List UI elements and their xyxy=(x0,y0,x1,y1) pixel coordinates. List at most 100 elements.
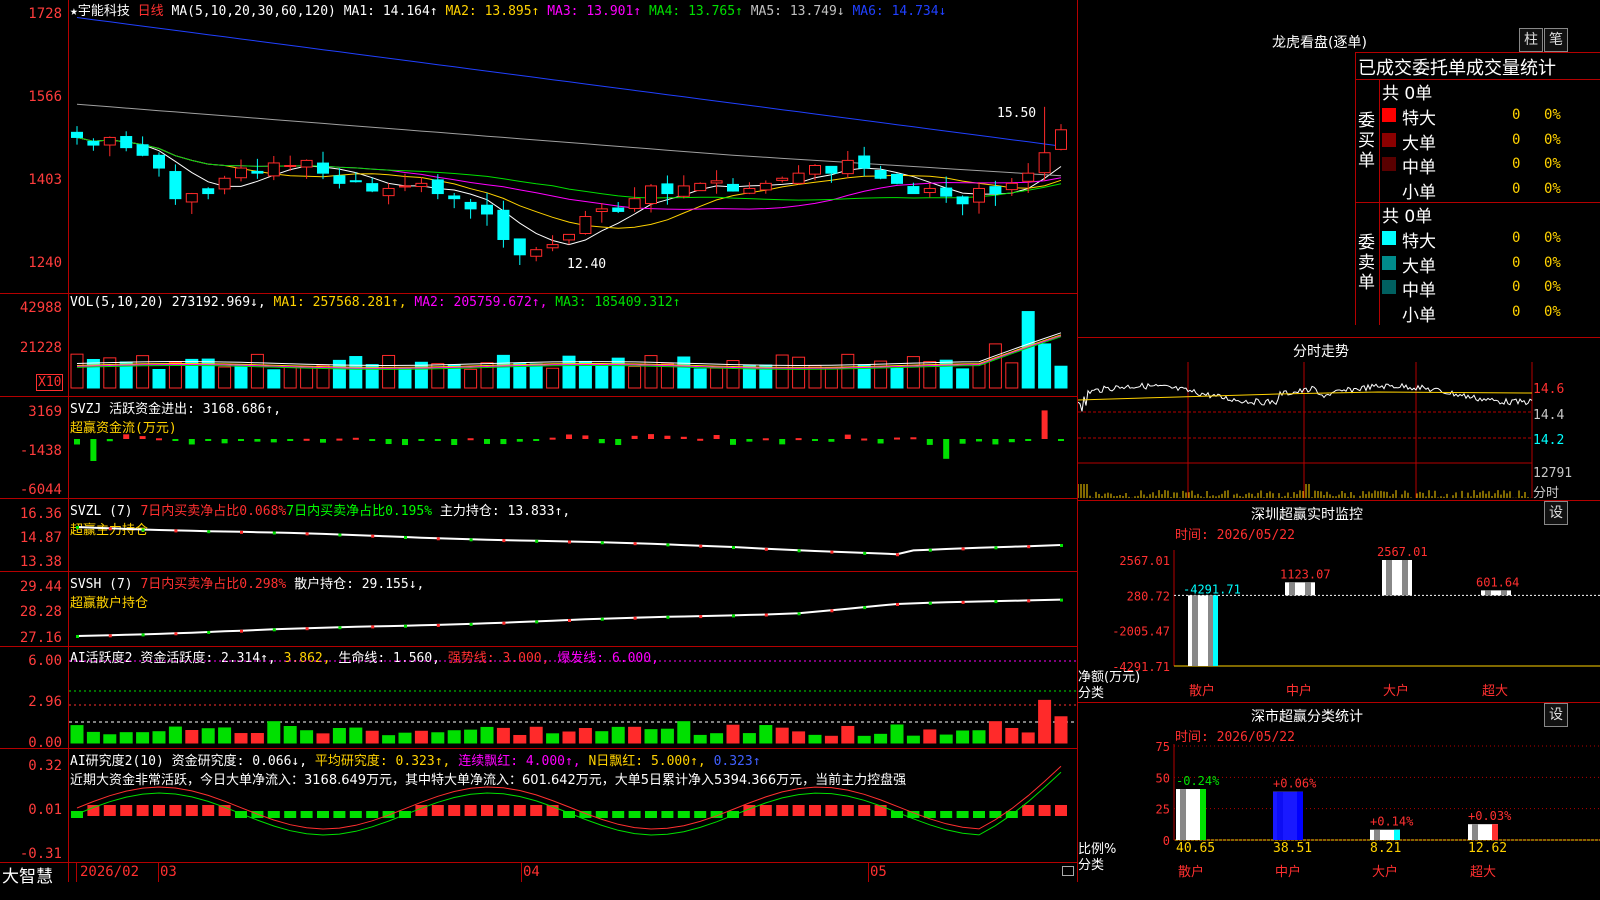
order-size-row: 大单 0 0% xyxy=(1382,129,1600,154)
order-count: 0 xyxy=(1512,230,1521,246)
holding-dot xyxy=(108,527,112,531)
candle-body xyxy=(202,188,215,195)
volume-bar xyxy=(1005,362,1019,389)
activity-bar xyxy=(349,727,363,744)
column-view-button[interactable]: 柱 xyxy=(1519,28,1543,52)
activity-bar xyxy=(677,721,691,744)
longhu-stat-box: 已成交委托单成交量统计 委买单 委卖单 共 0单 特大 0 0% 大单 0 0% 中单 0 0%… xyxy=(1355,52,1600,326)
volume-bar xyxy=(972,363,986,389)
main-chart-area[interactable]: ★宇能科技 日线 MA(5,10,20,30,60,120) MA1: 14.1… xyxy=(0,0,1078,887)
activity-bar xyxy=(956,730,970,744)
high-price-label: 15.50 xyxy=(997,106,1036,121)
svzl-line-chart[interactable] xyxy=(69,499,1077,571)
price-candles-chart[interactable]: 15.50 12.40 xyxy=(69,0,1077,293)
research-bar xyxy=(136,805,149,816)
ai-active-bars-chart[interactable] xyxy=(69,647,1077,748)
flow-bar xyxy=(385,439,392,445)
flow-bar xyxy=(254,439,261,442)
flow-bar xyxy=(238,439,244,441)
change-label: +0.14% xyxy=(1370,815,1414,829)
candle-body xyxy=(267,162,280,177)
candle-body xyxy=(645,185,657,205)
buy-side-label: 委买单 xyxy=(1358,111,1375,171)
candle-body xyxy=(218,177,231,190)
flow-bar xyxy=(566,434,572,439)
research-bar xyxy=(267,811,280,818)
price-tick: 1403 xyxy=(28,172,62,188)
settings-button[interactable]: 设 xyxy=(1544,501,1568,525)
activity-bar xyxy=(283,726,297,744)
activity-bar xyxy=(496,727,510,744)
order-size-label: 中单 xyxy=(1402,281,1436,301)
flow-bar xyxy=(188,439,195,445)
research-line xyxy=(76,771,1062,836)
candle-body xyxy=(874,169,887,179)
volume-bar xyxy=(874,360,888,389)
category-label: 散户 xyxy=(1189,683,1215,699)
settings-button[interactable]: 设 xyxy=(1544,703,1568,727)
svsh-tick: 28.28 xyxy=(19,604,62,620)
candle-body xyxy=(956,196,969,205)
color-swatch xyxy=(1382,132,1396,147)
svzj-bars-chart[interactable] xyxy=(69,397,1077,498)
holding-dot xyxy=(76,635,79,638)
candle-body xyxy=(497,209,510,240)
shenshi-bar-chart[interactable]: 75 50 25 0 -0.24% 40.65 散户 +0.06% 38.51 中户 +0.14% 8… xyxy=(1078,740,1600,900)
activity-bar xyxy=(464,729,478,744)
volume-bar xyxy=(1038,343,1052,389)
volume-bar xyxy=(86,358,100,389)
tick-view-button[interactable]: 笔 xyxy=(1544,28,1568,52)
flow-bar xyxy=(697,438,704,441)
holding-dot xyxy=(371,534,375,538)
research-bar xyxy=(349,811,362,818)
activity-bar xyxy=(824,735,838,744)
volume-bars-chart[interactable] xyxy=(69,296,1077,396)
order-pct: 0% xyxy=(1544,303,1561,320)
intraday-avg-line xyxy=(1078,391,1533,401)
flow-bar xyxy=(779,439,786,445)
activity-bar xyxy=(890,724,904,744)
holding-dot xyxy=(961,547,965,551)
ai-research-chart[interactable] xyxy=(69,749,1077,861)
activity-bar xyxy=(611,726,625,744)
flow-bar xyxy=(746,439,753,442)
lock-icon[interactable] xyxy=(1062,866,1074,876)
volume-bar xyxy=(693,368,707,389)
shenshi-x-label: 分类 xyxy=(1078,858,1105,873)
volume-bar xyxy=(824,367,838,389)
intraday-price-line xyxy=(1078,382,1533,412)
flow-bar xyxy=(434,439,441,441)
svsh-line-chart[interactable] xyxy=(69,572,1077,646)
candle-body xyxy=(612,207,625,212)
research-bar xyxy=(677,811,690,818)
activity-bar xyxy=(86,731,100,744)
flow-bar xyxy=(418,439,425,441)
brand-label[interactable]: 大智慧 xyxy=(2,862,53,887)
vol-unit-badge: X10 xyxy=(36,374,64,391)
order-count: 0 xyxy=(1512,131,1521,148)
shenzhen-bar-chart[interactable]: 2567.01280.72-2005.47-4291.71-4291.71散户1… xyxy=(1078,540,1600,700)
flow-bar xyxy=(713,434,720,439)
activity-bar xyxy=(136,732,150,744)
research-bar xyxy=(809,805,821,816)
candle-body xyxy=(513,238,526,256)
holding-dot xyxy=(1027,545,1031,549)
candle-body xyxy=(809,165,821,175)
candle-body xyxy=(169,171,182,200)
volume-bar xyxy=(546,367,560,389)
flow-bar xyxy=(812,439,818,441)
flow-bar xyxy=(303,438,310,441)
holding-dot xyxy=(568,619,571,622)
activity-bar xyxy=(70,725,84,744)
research-bar xyxy=(448,805,461,816)
order-pct: 0% xyxy=(1544,230,1561,246)
volume-bar xyxy=(792,356,806,389)
flow-bar xyxy=(680,436,687,439)
research-bar xyxy=(169,805,182,816)
intraday-chart[interactable] xyxy=(1078,362,1600,498)
holding-dot xyxy=(797,549,801,553)
activity-bar xyxy=(513,734,527,744)
price-tick: 1728 xyxy=(28,6,62,22)
activity-bar xyxy=(841,725,855,744)
research-bar xyxy=(431,805,444,816)
